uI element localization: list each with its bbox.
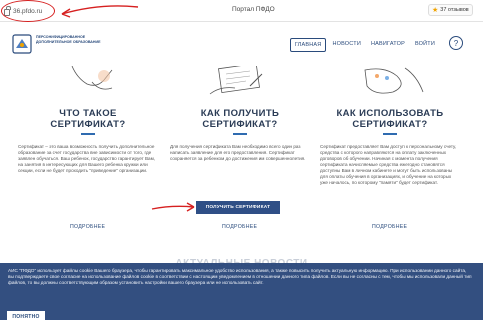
column-title: ЧТО ТАКОЕ СЕРТИФИКАТ? <box>18 108 158 130</box>
reviews-label: 37 отзывов <box>440 7 469 13</box>
nav-home[interactable]: ГЛАВНАЯ <box>289 38 327 52</box>
title-line-2: СЕРТИФИКАТ? <box>352 119 428 130</box>
get-certificate-button[interactable]: ПОЛУЧИТЬ СЕРТИФИКАТ <box>196 201 280 214</box>
title-line-2: СЕРТИФИКАТ? <box>50 119 126 130</box>
column-how-to-use: КАК ИСПОЛЬЗОВАТЬ СЕРТИФИКАТ? Сертификат … <box>320 108 460 186</box>
cookie-banner: АИС "ПФДО" использует файлы cookie Вашег… <box>0 263 483 320</box>
nav-navigator[interactable]: НАВИГАТОР <box>367 38 409 52</box>
main-nav: ГЛАВНАЯ НОВОСТИ НАВИГАТОР ВОЙТИ <box>289 38 439 52</box>
column-text: Сертификат предоставляет Вам доступ к пе… <box>320 144 457 185</box>
column-text: Сертификат – это ваша возможность получи… <box>18 144 156 173</box>
tab-title: Портал ПФДО <box>232 6 275 13</box>
red-circle-annotation <box>1 0 55 22</box>
more-link-1[interactable]: ПОДРОБНЕЕ <box>70 224 105 230</box>
nav-news[interactable]: НОВОСТИ <box>328 38 365 52</box>
illustration-hand-icon <box>71 66 113 90</box>
logo-icon[interactable] <box>12 34 32 54</box>
title-line-1: КАК ИСПОЛЬЗОВАТЬ <box>336 108 444 119</box>
help-button[interactable]: ? <box>449 36 463 50</box>
page: 36.pfdo.ru Портал ПФДО ★ 37 отзывов ПЕРС… <box>0 0 483 320</box>
column-text: Для получения сертификата Вам необходимо… <box>170 144 306 161</box>
more-link-3[interactable]: ПОДРОБНЕЕ <box>372 224 407 230</box>
illustration-writing-icon <box>209 66 263 95</box>
title-underline <box>383 133 397 135</box>
title-underline <box>81 133 95 135</box>
title-line-1: КАК ПОЛУЧИТЬ <box>200 108 280 119</box>
column-title: КАК ПОЛУЧИТЬ СЕРТИФИКАТ? <box>170 108 310 130</box>
reviews-badge[interactable]: ★ 37 отзывов <box>428 4 473 16</box>
title-line-1: ЧТО ТАКОЕ <box>59 108 117 119</box>
illustration-palette-icon <box>364 67 424 94</box>
browser-bar: 36.pfdo.ru Портал ПФДО ★ 37 отзывов <box>0 0 483 22</box>
column-how-to-get: КАК ПОЛУЧИТЬ СЕРТИФИКАТ? Для получения с… <box>170 108 310 162</box>
cookie-text: АИС "ПФДО" использует файлы cookie Вашег… <box>8 268 472 285</box>
red-arrow-annotation <box>61 5 139 18</box>
column-what-is-certificate: ЧТО ТАКОЕ СЕРТИФИКАТ? Сертификат – это в… <box>18 108 158 174</box>
title-line-2: СЕРТИФИКАТ? <box>202 119 278 130</box>
column-title: КАК ИСПОЛЬЗОВАТЬ СЕРТИФИКАТ? <box>320 108 460 130</box>
logo-text: ПЕРСОНИФИЦИРОВАННОЕ ДОПОЛНИТЕЛЬНОЕ ОБРАЗ… <box>36 35 101 44</box>
nav-login[interactable]: ВОЙТИ <box>411 38 439 52</box>
site-header: ПЕРСОНИФИЦИРОВАННОЕ ДОПОЛНИТЕЛЬНОЕ ОБРАЗ… <box>0 22 483 66</box>
title-underline <box>233 133 247 135</box>
star-icon: ★ <box>432 7 439 14</box>
more-link-2[interactable]: ПОДРОБНЕЕ <box>222 224 257 230</box>
cookie-accept-button[interactable]: ПОНЯТНО <box>7 311 45 320</box>
red-arrow-to-button <box>151 202 195 212</box>
